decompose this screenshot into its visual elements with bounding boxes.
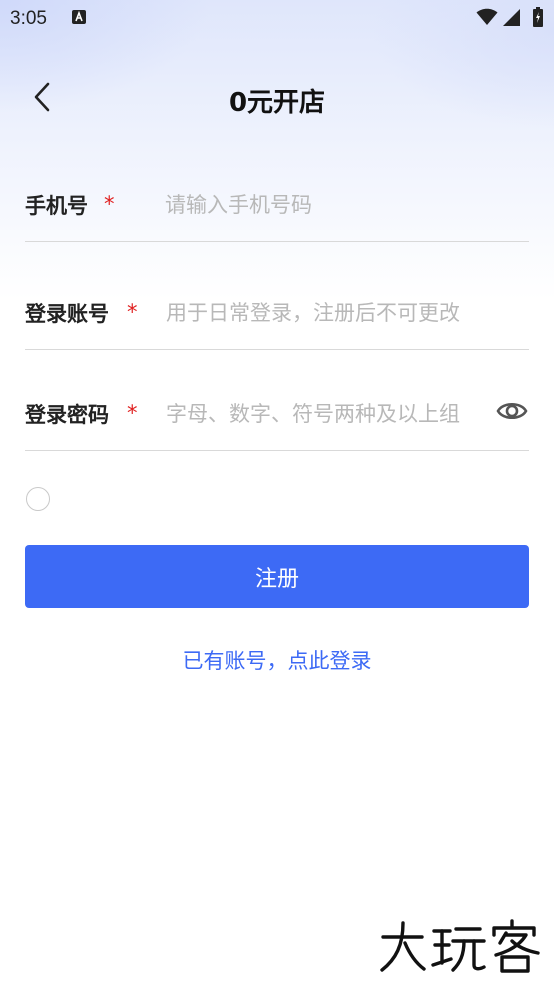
phone-label: 手机号 <box>25 194 88 218</box>
account-divider <box>25 349 529 350</box>
phone-divider <box>25 241 529 242</box>
password-label-group: 登录密码 <box>25 399 109 429</box>
wifi-icon <box>476 8 498 30</box>
password-required-mark: * <box>127 401 138 425</box>
account-label-group: 登录账号 <box>25 298 109 328</box>
signal-icon <box>503 9 521 31</box>
account-input[interactable] <box>166 298 526 328</box>
login-link[interactable]: 已有账号，点此登录 <box>0 645 554 675</box>
password-divider <box>25 450 529 451</box>
battery-icon <box>533 7 543 31</box>
register-button[interactable]: 注册 <box>25 545 529 608</box>
account-label: 登录账号 <box>25 302 109 326</box>
agreement-checkbox[interactable] <box>26 487 50 511</box>
phone-required-mark: * <box>104 192 115 216</box>
watermark-logo <box>378 915 548 975</box>
eye-icon[interactable] <box>496 397 528 429</box>
header-glow <box>0 0 554 300</box>
account-required-mark: * <box>127 300 138 324</box>
status-bar: 3:05 <box>0 0 554 38</box>
phone-label-group: 手机号 <box>25 190 88 220</box>
password-input[interactable] <box>166 399 490 429</box>
accessibility-a-icon <box>72 10 86 24</box>
password-label: 登录密码 <box>25 403 109 427</box>
page-title: 0元开店 <box>228 88 326 118</box>
phone-input[interactable] <box>165 190 525 220</box>
status-time: 3:05 <box>10 8 47 29</box>
